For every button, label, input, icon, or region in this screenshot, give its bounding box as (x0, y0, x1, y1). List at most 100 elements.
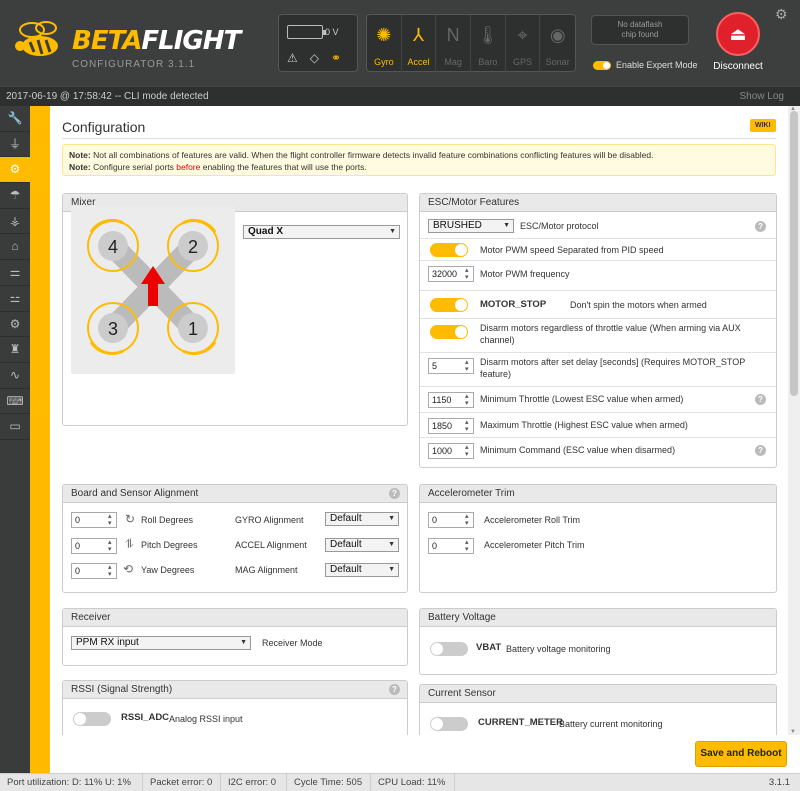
battery-voltage-title: Battery Voltage (420, 609, 776, 627)
help-icon[interactable]: ? (755, 221, 766, 232)
help-icon[interactable]: ? (389, 684, 400, 695)
pwm-frequency-input[interactable]: 32000 (428, 266, 474, 282)
tab-configuration[interactable]: ⚙ (0, 157, 30, 184)
motor-4-label: 4 (108, 237, 118, 257)
tab-adjustments[interactable]: ⚍ (0, 286, 30, 312)
sensor-accel: ⅄ Accel (402, 15, 437, 73)
accelerometer-trim-panel: Accelerometer Trim 0 Accelerometer Roll … (419, 484, 777, 593)
tab-cli[interactable]: ▭ (0, 414, 30, 440)
expert-mode-toggle[interactable] (593, 60, 611, 70)
warning-icon: ⚠ (287, 51, 298, 65)
mixer-panel: Mixer 4 2 3 1 Quad X ▼ (62, 193, 408, 426)
packet-error: Packet error: 0 (143, 774, 221, 791)
logo-title: BETAFLIGHT (72, 26, 241, 56)
pwm-frequency-label: Motor PWM frequency (480, 269, 570, 279)
note-box: Note: Not all combinations of features a… (62, 144, 776, 176)
diamond-icon: ◇ (309, 51, 319, 65)
sensor-gyro: ✺ Gyro (367, 15, 402, 73)
min-command-input[interactable]: 1000 (428, 443, 474, 459)
current-meter-label: CURRENT_METER (478, 717, 563, 728)
accel-icon: ⅄ (413, 25, 424, 45)
scroll-down-icon[interactable]: ▼ (790, 729, 796, 735)
tab-servos[interactable]: ⚙ (0, 312, 30, 338)
logo-subtitle: CONFIGURATOR 3.1.1 (72, 59, 196, 70)
help-icon[interactable]: ? (389, 488, 400, 499)
vbat-toggle[interactable] (430, 642, 468, 656)
mixer-select[interactable]: Quad X (243, 225, 400, 239)
disconnect-button[interactable]: ⏏ Disconnect (708, 12, 768, 72)
sensor-mag: N Mag (436, 15, 472, 73)
servo-icon: ⚙ (9, 316, 21, 331)
current-sensor-panel: Current Sensor CURRENT_METER Battery cur… (419, 684, 777, 735)
tab-failsafe[interactable]: ☂ (0, 183, 30, 209)
esc-protocol-select[interactable]: BRUSHED (428, 219, 514, 233)
show-log-link[interactable]: Show Log (740, 87, 784, 107)
current-meter-toggle[interactable] (430, 717, 468, 731)
receiver-mode-label: Receiver Mode (262, 638, 323, 648)
disconnect-label: Disconnect (713, 61, 763, 72)
min-command-label: Minimum Command (ESC value when disarmed… (480, 445, 676, 455)
help-icon[interactable]: ? (755, 445, 766, 456)
receiver-mode-select[interactable]: PPM RX input (71, 636, 251, 650)
header: BETAFLIGHT CONFIGURATOR 3.1.1 0 V ⚠ ◇ ⚭ … (0, 0, 800, 86)
scrollbar[interactable]: ▲ ▼ (788, 106, 800, 735)
log-bar: 2017-06-19 @ 17:58:42 -- CLI mode detect… (0, 86, 800, 106)
sensor-sonar: ◉ Sonar (540, 15, 575, 73)
tab-pid-tuning[interactable]: ⚶ (0, 209, 30, 235)
accel-roll-trim-input[interactable]: 0 (428, 512, 474, 528)
accel-alignment-select[interactable]: Default (325, 538, 399, 552)
roll-icon: ↻ (125, 512, 136, 526)
motor-stop-desc: Don't spin the motors when armed (570, 300, 707, 310)
yaw-degrees-input[interactable]: 0 (71, 563, 117, 579)
mag-icon: N (446, 25, 460, 45)
sidebar: 🔧 ⏚ ⚙ ☂ ⚶ ⌂ ⚌ ⚍ ⚙ ♜ ∿ ⌨ ▭ (0, 106, 30, 773)
tab-ports[interactable]: ⏚ (0, 132, 30, 158)
rssi-adc-label: RSSI_ADC (121, 712, 170, 723)
tab-setup[interactable]: 🔧 (0, 106, 30, 132)
tab-receiver[interactable]: ⌂ (0, 234, 30, 261)
cpu-load: CPU Load: 11% (371, 774, 455, 791)
sensor-status: ✺ Gyro ⅄ Accel N Mag 🌡 Baro ⌖ GPS ◉ Sonar (366, 14, 576, 73)
dataflash-status: No dataflash chip found (591, 15, 689, 45)
mag-alignment-select[interactable]: Default (325, 563, 399, 577)
tab-sensors[interactable]: ∿ (0, 363, 30, 389)
motor-icon: ♜ (9, 342, 21, 357)
disarm-delay-input[interactable]: 5 (428, 358, 474, 374)
tab-logging[interactable]: ⌨ (0, 389, 30, 415)
quad-x-diagram: 4 2 3 1 (71, 206, 235, 374)
sliders-icon: ⚍ (9, 290, 21, 305)
gyro-alignment-select[interactable]: Default (325, 512, 399, 526)
sensor-gps: ⌖ GPS (506, 15, 541, 73)
battery-voltage-panel: Battery Voltage VBAT Battery voltage mon… (419, 608, 777, 675)
sonar-icon: ◉ (549, 25, 566, 45)
disarm-regardless-toggle[interactable] (430, 325, 468, 339)
roll-degrees-input[interactable]: 0 (71, 512, 117, 528)
max-throttle-input[interactable]: 1850 (428, 418, 474, 434)
save-and-reboot-button[interactable]: Save and Reboot (695, 741, 787, 767)
help-icon[interactable]: ? (755, 394, 766, 405)
pwm-separated-toggle[interactable] (430, 243, 468, 257)
scroll-thumb[interactable] (790, 111, 798, 396)
pitch-degrees-input[interactable]: 0 (71, 538, 117, 554)
current-sensor-title: Current Sensor (420, 685, 776, 703)
wrench-icon: 🔧 (7, 111, 23, 125)
accel-roll-trim-label: Accelerometer Roll Trim (484, 515, 581, 525)
keyboard-icon: ⌨ (6, 393, 24, 408)
min-throttle-input[interactable]: 1150 (428, 392, 474, 408)
accel-pitch-trim-input[interactable]: 0 (428, 538, 474, 554)
i2c-error: I2C error: 0 (221, 774, 287, 791)
wiki-button[interactable]: WIKI (750, 119, 776, 132)
status-bar: Port utilization: D: 11% U: 1% Packet er… (0, 773, 800, 791)
gps-icon: ⌖ (517, 25, 528, 45)
receiver-icon: ⌂ (11, 239, 19, 254)
pulse-icon: ∿ (9, 367, 21, 382)
motor-2-label: 2 (188, 237, 198, 257)
expert-mode: Enable Expert Mode (593, 60, 698, 70)
roll-degrees-label: Roll Degrees (141, 515, 194, 525)
max-throttle-label: Maximum Throttle (Highest ESC value when… (480, 420, 688, 430)
gear-icon[interactable]: ⚙ (775, 6, 788, 23)
tab-modes[interactable]: ⚌ (0, 260, 30, 286)
tab-motors[interactable]: ♜ (0, 337, 30, 363)
rssi-adc-toggle[interactable] (73, 712, 111, 726)
motor-stop-toggle[interactable] (430, 298, 468, 312)
